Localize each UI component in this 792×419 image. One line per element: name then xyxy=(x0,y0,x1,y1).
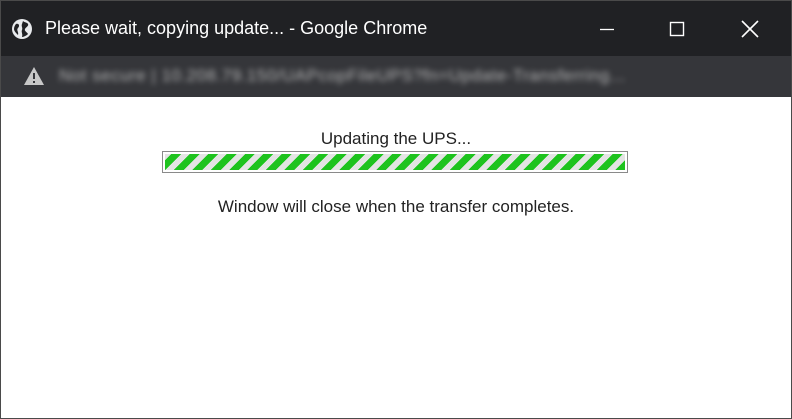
minimize-button[interactable] xyxy=(572,1,642,56)
page-content: Updating the UPS... Window will close wh… xyxy=(1,97,791,418)
close-notice-text: Window will close when the transfer comp… xyxy=(217,197,575,216)
warning-icon[interactable] xyxy=(23,66,45,86)
close-button[interactable] xyxy=(715,1,785,56)
maximize-icon xyxy=(669,21,685,36)
close-icon xyxy=(741,19,759,38)
chrome-popup-window: Please wait, copying update... - Google … xyxy=(0,0,792,419)
globe-icon xyxy=(11,18,33,40)
url-text[interactable]: Not secure | 10.208.79.150/UAPcopFileUPS… xyxy=(59,65,625,87)
title-bar[interactable]: Please wait, copying update... - Google … xyxy=(1,1,791,56)
progress-bar xyxy=(162,151,628,173)
minimize-icon xyxy=(600,28,614,30)
progress-fill xyxy=(165,154,625,170)
address-bar[interactable]: Not secure | 10.208.79.150/UAPcopFileUPS… xyxy=(1,56,791,97)
maximize-button[interactable] xyxy=(642,1,712,56)
window-title: Please wait, copying update... - Google … xyxy=(45,18,428,38)
status-text: Updating the UPS... xyxy=(320,129,472,148)
